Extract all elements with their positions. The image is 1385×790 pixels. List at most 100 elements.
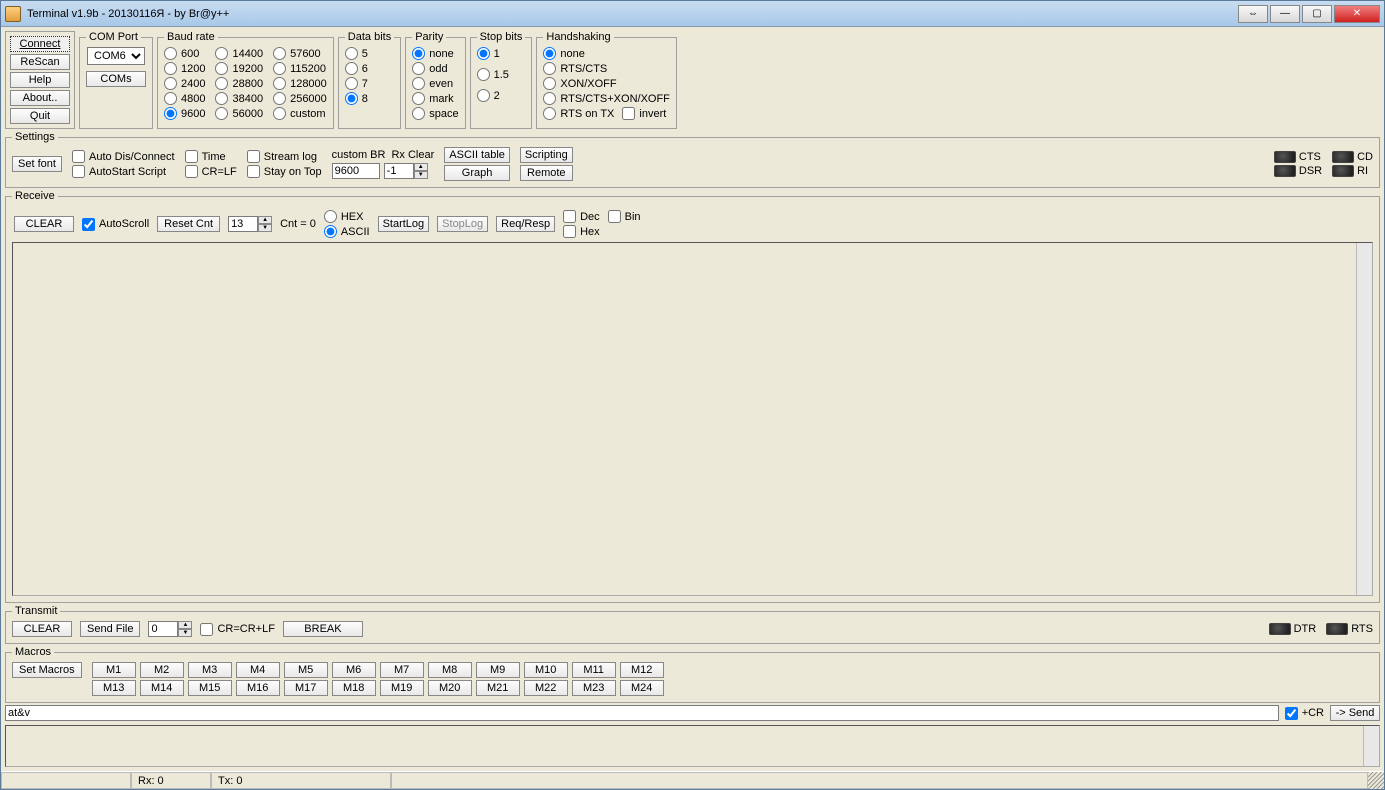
baud-57600[interactable]: 57600 [273,47,327,60]
macro-m7[interactable]: M7 [380,662,424,678]
baud-4800[interactable]: 4800 [164,92,205,105]
maximize-button[interactable]: ▢ [1302,5,1332,23]
macro-m23[interactable]: M23 [572,680,616,696]
log-textarea[interactable] [5,725,1380,767]
databits-8[interactable]: 8 [345,92,394,105]
macro-m24[interactable]: M24 [620,680,664,696]
baud-2400[interactable]: 2400 [164,77,205,90]
rescan-button[interactable]: ReScan [10,54,70,70]
macro-m18[interactable]: M18 [332,680,376,696]
tx-clear-button[interactable]: CLEAR [12,621,72,637]
rts-indicator[interactable]: RTS [1326,623,1373,635]
time-check[interactable]: Time [185,150,237,163]
custom-br-input[interactable] [332,163,380,179]
about-button[interactable]: About.. [10,90,70,106]
macro-m2[interactable]: M2 [140,662,184,678]
macro-m10[interactable]: M10 [524,662,568,678]
dec-check[interactable]: Dec [563,210,600,223]
reqresp-button[interactable]: Req/Resp [496,216,555,232]
parity-odd[interactable]: odd [412,62,458,75]
handshake-1[interactable]: RTS/CTS [543,62,607,75]
macro-m13[interactable]: M13 [92,680,136,696]
baud-custom[interactable]: custom [273,107,327,120]
hex-check[interactable]: Hex [563,225,640,238]
crlf-check[interactable]: CR=LF [185,165,237,178]
autoscroll-check[interactable]: AutoScroll [82,218,149,231]
graph-button[interactable]: Graph [444,165,510,181]
coms-button[interactable]: COMs [86,71,146,87]
baud-256000[interactable]: 256000 [273,92,327,105]
baud-38400[interactable]: 38400 [215,92,263,105]
handshake-2[interactable]: XON/XOFF [543,77,616,90]
invert-check[interactable]: invert [622,107,666,120]
set-macros-button[interactable]: Set Macros [12,662,82,678]
macro-m20[interactable]: M20 [428,680,472,696]
baud-115200[interactable]: 115200 [273,62,327,75]
macro-m21[interactable]: M21 [476,680,520,696]
baud-128000[interactable]: 128000 [273,77,327,90]
macro-m22[interactable]: M22 [524,680,568,696]
handshake-3[interactable]: RTS/CTS+XON/XOFF [543,92,670,105]
baud-9600[interactable]: 9600 [164,107,205,120]
rx-hex-radio[interactable]: HEX [324,210,370,223]
titlebar[interactable]: Terminal v1.9b - 20130116Я - by Br@y++ ⇔… [1,1,1384,27]
databits-5[interactable]: 5 [345,47,394,60]
crcrlf-check[interactable]: CR=CR+LF [200,623,274,636]
databits-7[interactable]: 7 [345,77,394,90]
send-file-button[interactable]: Send File [80,621,140,637]
rx-clear-button[interactable]: CLEAR [14,216,74,232]
baud-600[interactable]: 600 [164,47,205,60]
baud-19200[interactable]: 19200 [215,62,263,75]
command-input[interactable] [5,705,1279,721]
stayontop-check[interactable]: Stay on Top [247,165,322,178]
resize-grip-icon[interactable] [1368,772,1384,789]
quit-button[interactable]: Quit [10,108,70,124]
baud-56000[interactable]: 56000 [215,107,263,120]
macro-m8[interactable]: M8 [428,662,472,678]
macro-m4[interactable]: M4 [236,662,280,678]
autostart-script-check[interactable]: AutoStart Script [72,165,175,178]
parity-space[interactable]: space [412,107,458,120]
rx-clear-spinner[interactable]: ▲▼ [384,163,428,179]
macro-m9[interactable]: M9 [476,662,520,678]
auto-disconnect-check[interactable]: Auto Dis/Connect [72,150,175,163]
macro-m11[interactable]: M11 [572,662,616,678]
close-button[interactable]: ✕ [1334,5,1380,23]
macro-m17[interactable]: M17 [284,680,328,696]
handshake-4[interactable]: RTS on TX [543,107,614,120]
scrollbar[interactable] [1356,243,1372,595]
handshake-0[interactable]: none [543,47,584,60]
baud-28800[interactable]: 28800 [215,77,263,90]
send-button[interactable]: -> Send [1330,705,1380,721]
receive-textarea[interactable] [12,242,1373,596]
minimize-button[interactable]: — [1270,5,1300,23]
ascii-table-button[interactable]: ASCII table [444,147,510,163]
startlog-button[interactable]: StartLog [378,216,430,232]
help-button[interactable]: Help [10,72,70,88]
baud-14400[interactable]: 14400 [215,47,263,60]
macro-m12[interactable]: M12 [620,662,664,678]
rx-ascii-radio[interactable]: ASCII [324,225,370,238]
connect-button[interactable]: Connect [10,36,70,52]
macro-m16[interactable]: M16 [236,680,280,696]
cnt-spinner[interactable]: ▲▼ [228,216,272,232]
scripting-button[interactable]: Scripting [520,147,573,163]
stopbits-2[interactable]: 2 [477,89,526,102]
macro-m6[interactable]: M6 [332,662,376,678]
com-port-select[interactable]: COM6 [87,47,145,65]
parity-even[interactable]: even [412,77,458,90]
macro-m14[interactable]: M14 [140,680,184,696]
baud-1200[interactable]: 1200 [164,62,205,75]
set-font-button[interactable]: Set font [12,156,62,172]
macro-m5[interactable]: M5 [284,662,328,678]
remote-button[interactable]: Remote [520,165,573,181]
macro-m15[interactable]: M15 [188,680,232,696]
stopbits-15[interactable]: 1.5 [477,68,526,81]
streamlog-check[interactable]: Stream log [247,150,322,163]
scrollbar[interactable] [1363,726,1379,766]
parity-none[interactable]: none [412,47,458,60]
macro-m1[interactable]: M1 [92,662,136,678]
reset-cnt-button[interactable]: Reset Cnt [157,216,220,232]
dtr-indicator[interactable]: DTR [1269,623,1317,635]
parity-mark[interactable]: mark [412,92,458,105]
